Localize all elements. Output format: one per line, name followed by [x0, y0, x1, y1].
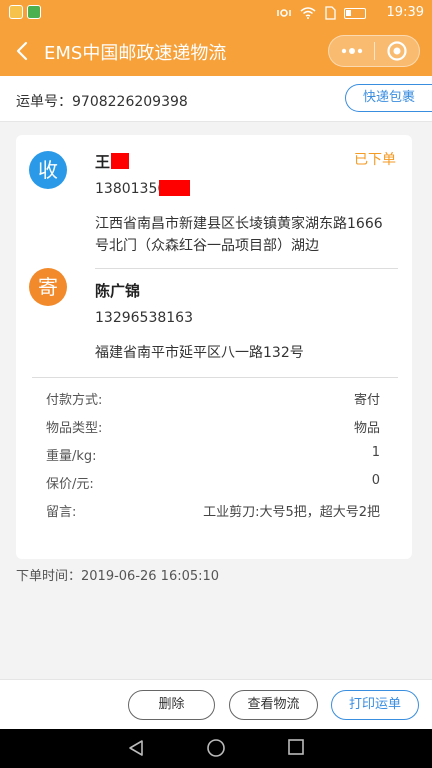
- notification-app-icon: [27, 5, 41, 19]
- nav-back-icon[interactable]: [127, 739, 145, 757]
- more-menu-button[interactable]: [329, 36, 374, 66]
- target-close-icon: [387, 41, 407, 61]
- detail-value: 0: [371, 473, 380, 488]
- system-nav-bar: [0, 729, 432, 768]
- mini-program-capsule: [328, 35, 420, 67]
- sender-name: 陈广锦: [95, 282, 141, 300]
- status-bar: 19:39: [0, 0, 432, 26]
- nav-recents-icon[interactable]: [287, 739, 305, 757]
- nav-home-icon[interactable]: [206, 739, 226, 759]
- order-card: 收 王 13801356 江西省南昌市新建县区长堎镇黄家湖东路1666号北门（众…: [16, 135, 412, 559]
- receiver-address: 江西省南昌市新建县区长堎镇黄家湖东路1666号北门（众森红谷一品项目部）湖边: [95, 216, 383, 254]
- detail-value: 寄付: [353, 393, 380, 408]
- detail-label: 付款方式:: [46, 393, 103, 408]
- detail-value: 工业剪刀:大号5把，超大号2把: [203, 505, 380, 520]
- receiver-phone: 13801356: [95, 181, 167, 197]
- detail-label: 物品类型:: [46, 421, 103, 436]
- back-arrow-icon[interactable]: [12, 40, 34, 62]
- page-title: EMS中国邮政速递物流: [44, 43, 227, 64]
- more-dots-icon: [341, 48, 362, 54]
- receiver-badge: 收: [29, 151, 67, 189]
- sender-address: 福建省南平市延平区八一路132号: [95, 345, 304, 361]
- waybill-bar: 运单号：9708226209398 快递包裹: [0, 76, 432, 122]
- close-mini-program-button[interactable]: [375, 36, 419, 66]
- detail-value: 1: [371, 445, 380, 460]
- redaction-mark: [111, 153, 129, 169]
- sender-phone: 13296538163: [95, 310, 193, 326]
- express-package-button[interactable]: 快递包裹: [345, 84, 432, 112]
- notification-app-icon: [9, 5, 23, 19]
- detail-label: 保价/元:: [46, 477, 94, 492]
- detail-row-insurance: 保价/元: 0: [46, 473, 380, 493]
- receiver-name: 王: [95, 153, 111, 171]
- print-waybill-button[interactable]: 打印运单: [331, 690, 419, 720]
- redaction-mark: [159, 180, 190, 196]
- detail-label: 重量/kg:: [46, 449, 97, 464]
- vibrate-icon: [277, 9, 291, 17]
- detail-row-item-type: 物品类型: 物品: [46, 417, 380, 437]
- detail-row-message: 留言: 工业剪刀:大号5把，超大号2把: [46, 501, 380, 521]
- order-status-badge: 已下单: [354, 152, 396, 168]
- app-header: EMS中国邮政速递物流: [0, 26, 432, 76]
- waybill-number: 运单号：9708226209398: [16, 94, 188, 110]
- clock: 19:39: [386, 5, 424, 20]
- wifi-icon: [300, 7, 316, 19]
- action-bar: 删除 查看物流 打印运单: [0, 679, 432, 729]
- divider: [32, 377, 398, 378]
- sim-icon: [325, 6, 336, 20]
- detail-row-weight: 重量/kg: 1: [46, 445, 380, 465]
- status-icons: [276, 5, 366, 21]
- sender-badge: 寄: [29, 268, 67, 306]
- delete-button[interactable]: 删除: [128, 690, 215, 720]
- detail-row-payment: 付款方式: 寄付: [46, 389, 380, 409]
- detail-value: 物品: [353, 421, 380, 436]
- view-tracking-button[interactable]: 查看物流: [229, 690, 318, 720]
- order-time: 下单时间：2019-06-26 16:05:10: [16, 569, 220, 584]
- battery-icon: [344, 7, 366, 19]
- divider: [95, 268, 398, 269]
- detail-label: 留言:: [46, 505, 77, 520]
